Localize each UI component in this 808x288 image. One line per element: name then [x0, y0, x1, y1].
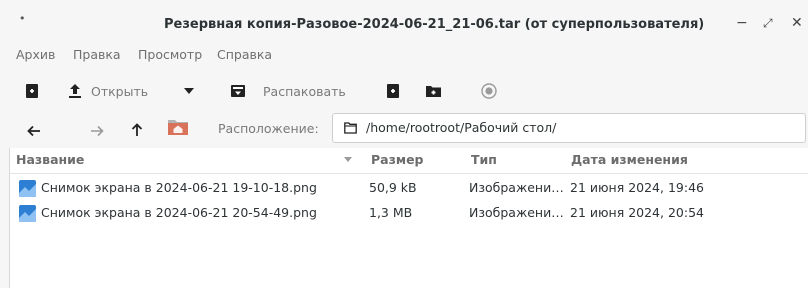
close-button[interactable]: ✕	[791, 16, 803, 30]
extract-label: Распаковать	[263, 83, 346, 99]
location-label: Расположение:	[218, 121, 319, 136]
image-file-icon	[19, 180, 36, 197]
menu-archive[interactable]: Архив	[16, 47, 55, 62]
new-archive-button[interactable]	[25, 81, 39, 101]
open-dropdown-button[interactable]	[183, 81, 195, 101]
dropdown-arrow-icon	[184, 88, 194, 94]
location-field[interactable]: /home/rootroot/Рабочий стол/	[332, 113, 806, 143]
stop-icon	[481, 83, 497, 99]
extract-icon	[231, 85, 245, 97]
add-files-button[interactable]	[386, 81, 400, 101]
home-button[interactable]	[167, 117, 189, 137]
file-name: Снимок экрана в 2024-06-21 20-54-49.png	[41, 205, 317, 220]
location-path: /home/rootroot/Рабочий стол/	[366, 120, 557, 135]
open-button[interactable]: Открыть	[68, 81, 148, 101]
extract-button[interactable]: Распаковать	[231, 81, 346, 101]
file-list: Название Размер Тип Дата изменения Снимо…	[9, 148, 808, 288]
add-folder-icon	[426, 86, 441, 97]
window-title: Резервная копия-Разовое-2024-06-21_21-06…	[164, 17, 705, 32]
sort-descending-icon	[344, 157, 352, 162]
file-modified: 21 июня 2024, 19:46	[570, 180, 704, 195]
stop-button[interactable]	[481, 81, 497, 101]
column-type[interactable]: Тип	[471, 152, 497, 167]
file-type: Изображени…	[469, 180, 564, 195]
minimize-button[interactable]: −	[736, 16, 748, 30]
folder-icon	[344, 122, 357, 134]
menu-help[interactable]: Справка	[217, 47, 272, 62]
column-size[interactable]: Размер	[371, 152, 424, 167]
file-size: 1,3 MB	[369, 205, 413, 220]
column-header: Название Размер Тип Дата изменения	[10, 148, 808, 174]
table-row[interactable]: Снимок экрана в 2024-06-21 19-10-18.png …	[10, 176, 808, 201]
file-name: Снимок экрана в 2024-06-21 19-10-18.png	[41, 180, 317, 195]
menu-bar: Архив Правка Просмотр Справка	[0, 44, 808, 68]
arrow-left-icon	[27, 125, 40, 137]
up-button[interactable]	[131, 120, 143, 140]
add-folder-button[interactable]	[426, 81, 441, 101]
file-modified: 21 июня 2024, 20:54	[570, 205, 704, 220]
file-size: 50,9 kB	[369, 180, 417, 195]
column-modified[interactable]: Дата изменения	[571, 152, 688, 167]
arrow-right-icon	[91, 125, 104, 137]
title-bar: • Резервная копия-Разовое-2024-06-21_21-…	[0, 0, 808, 44]
column-name[interactable]: Название	[16, 152, 84, 167]
window-menu-dot[interactable]: •	[19, 12, 26, 25]
table-row[interactable]: Снимок экрана в 2024-06-21 20-54-49.png …	[10, 201, 808, 226]
menu-view[interactable]: Просмотр	[138, 47, 202, 62]
image-file-icon	[19, 205, 36, 222]
home-folder-icon	[168, 120, 188, 135]
toolbar: Открыть Распаковать	[0, 76, 808, 106]
forward-button[interactable]	[90, 121, 104, 141]
location-bar: Расположение: /home/rootroot/Рабочий сто…	[0, 112, 808, 146]
open-label: Открыть	[91, 83, 149, 99]
add-file-icon	[387, 84, 399, 98]
new-archive-icon	[26, 84, 38, 98]
maximize-button[interactable]: ⤢	[763, 16, 773, 30]
file-type: Изображени…	[469, 205, 564, 220]
arrow-up-icon	[131, 123, 143, 136]
menu-edit[interactable]: Правка	[73, 47, 121, 62]
upload-icon	[69, 84, 81, 98]
back-button[interactable]	[27, 121, 41, 141]
